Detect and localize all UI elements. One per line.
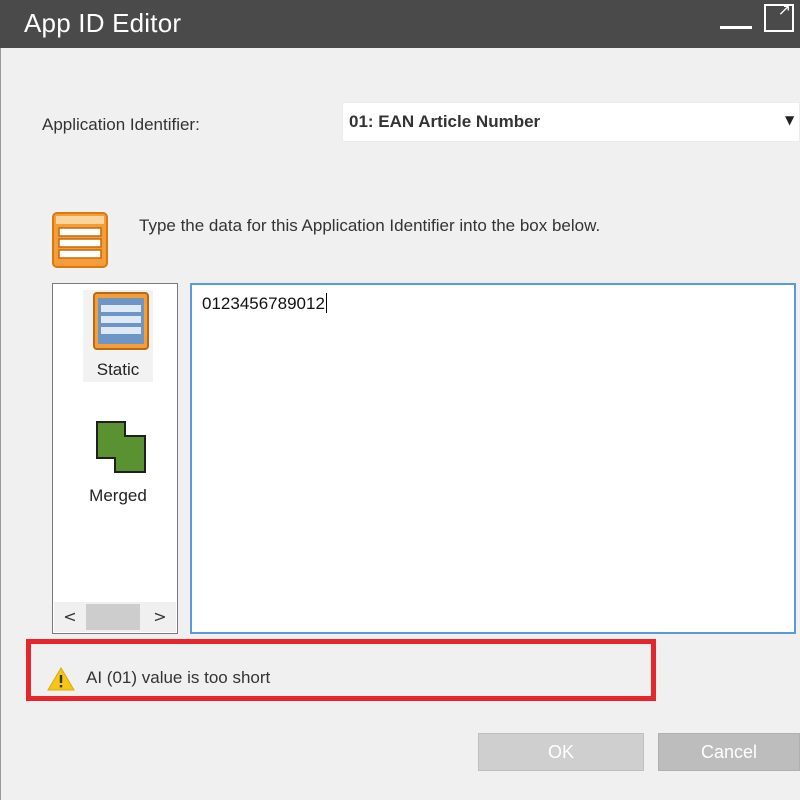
title-bar: App ID Editor ↗ [0, 0, 800, 48]
instruction-text: Type the data for this Application Ident… [139, 216, 601, 235]
static-data-icon [93, 292, 149, 350]
ai-data-input[interactable]: 0123456789012 [190, 283, 796, 634]
chevron-down-icon[interactable]: ▼ [785, 113, 799, 129]
maximize-icon[interactable]: ↗ [764, 2, 794, 32]
validation-message: AI (01) value is too short [86, 668, 271, 687]
palette-item-label: Static [96, 360, 140, 379]
merged-data-icon [96, 421, 146, 473]
window-title: App ID Editor [24, 8, 182, 38]
data-source-palette: Static Merged < > [52, 283, 178, 634]
form-data-icon [52, 212, 108, 268]
palette-item-merged[interactable]: Merged [83, 416, 153, 508]
palette-scrollbar[interactable]: < > [54, 602, 176, 632]
application-identifier-value: 01: EAN Article Number [349, 112, 541, 131]
palette-item-static[interactable]: Static [83, 290, 153, 382]
ai-data-value[interactable]: 0123456789012 [202, 293, 327, 314]
text-cursor [325, 293, 327, 313]
cancel-button[interactable]: Cancel [658, 733, 800, 771]
palette-item-label: Merged [89, 486, 147, 505]
application-identifier-dropdown[interactable]: 01: EAN Article Number ▼ [342, 102, 800, 142]
chevron-left-icon[interactable]: < [58, 605, 82, 629]
chevron-right-icon[interactable]: > [148, 605, 172, 629]
warning-icon [47, 667, 75, 691]
application-identifier-label: Application Identifier: [42, 115, 200, 134]
scrollbar-thumb[interactable] [86, 604, 140, 630]
minimize-icon[interactable] [720, 26, 752, 29]
ok-button[interactable]: OK [478, 733, 644, 771]
